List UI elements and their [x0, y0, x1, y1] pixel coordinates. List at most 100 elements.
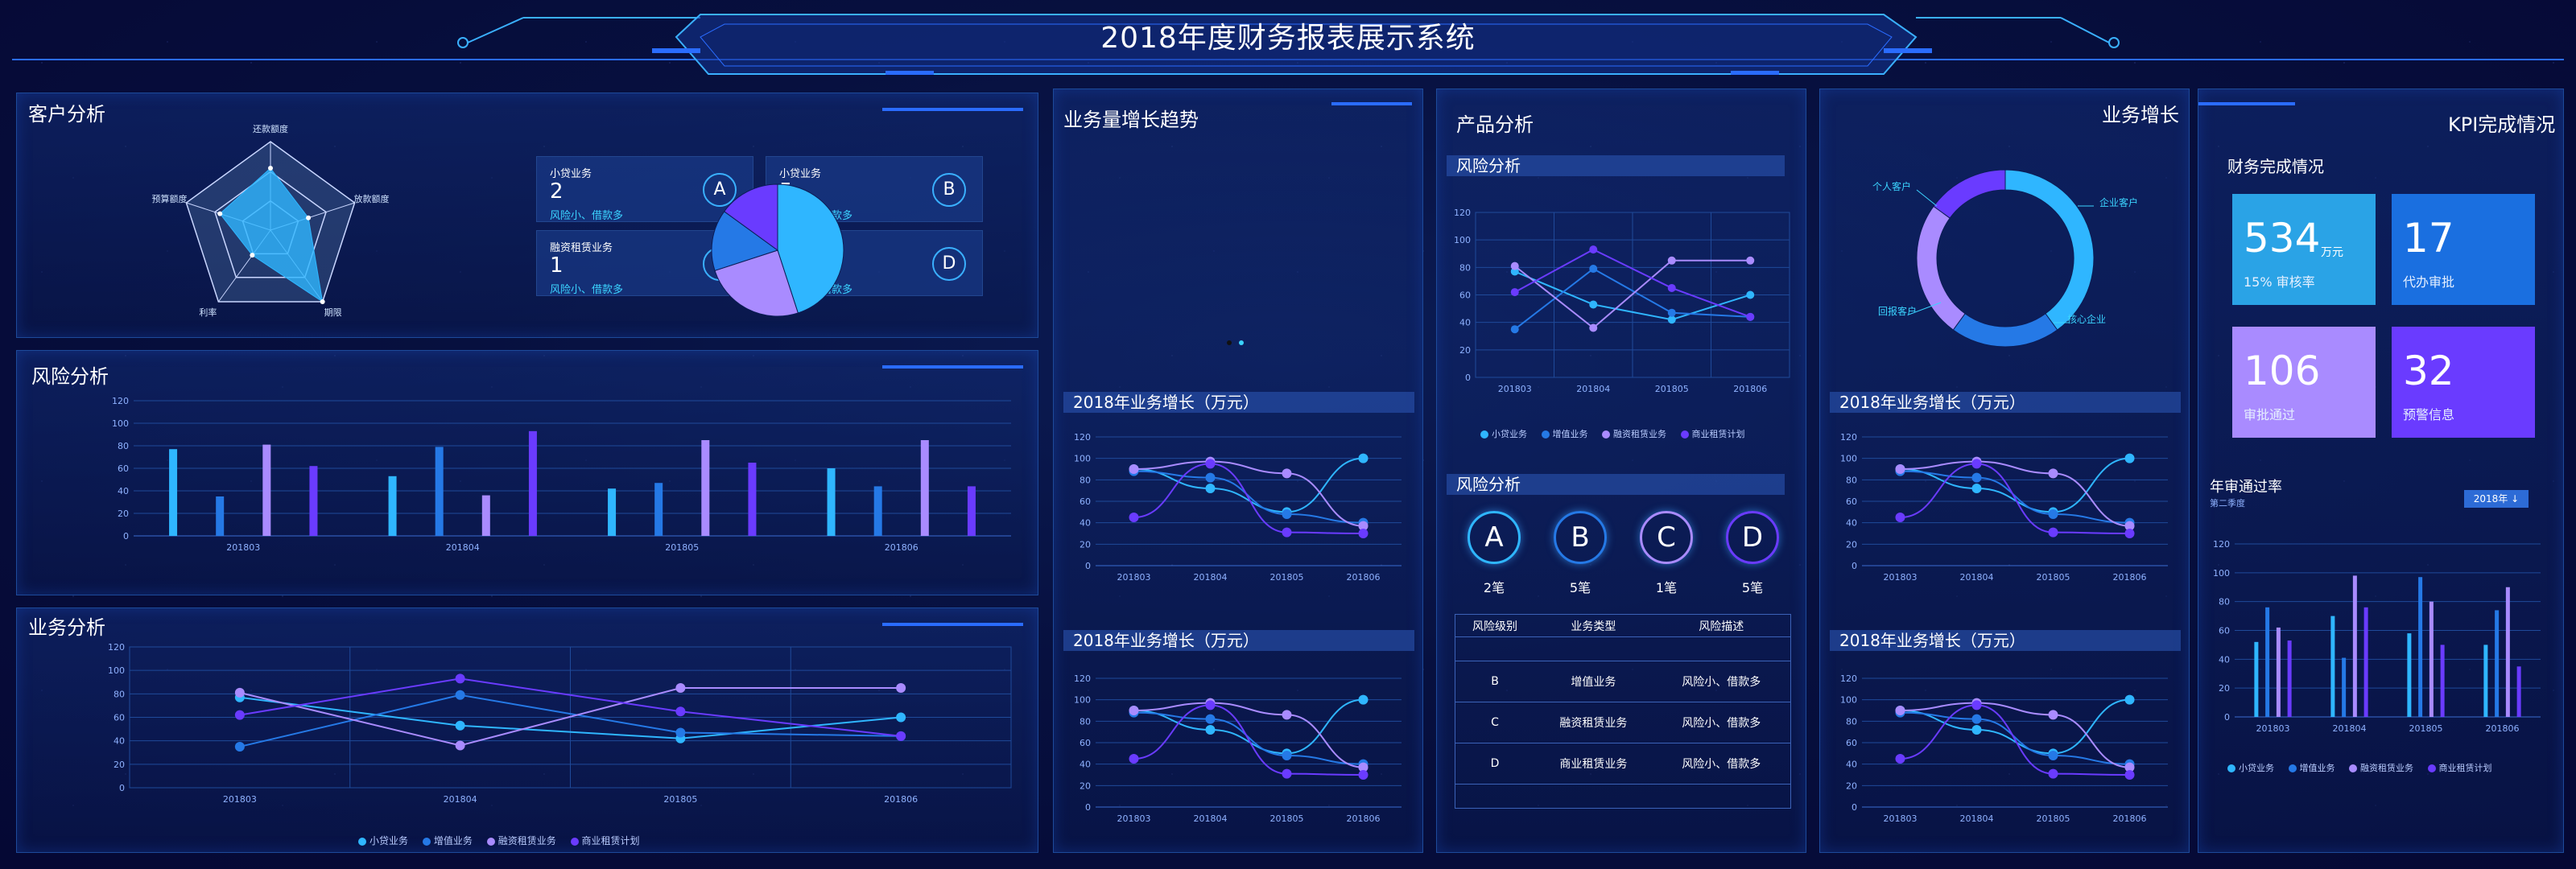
product-risk-header-2: 风险分析: [1447, 474, 1785, 495]
data-point: [1971, 484, 1982, 493]
y-tick-label: 120: [112, 396, 129, 406]
finance-heading: 财务完成情况: [2227, 157, 2324, 176]
kpi-label: 15% 审核率: [2244, 274, 2315, 290]
risk-level-circle[interactable]: B: [1554, 511, 1607, 564]
bar: [262, 444, 271, 536]
bar: [435, 447, 444, 536]
y-tick-label: 80: [1080, 716, 1091, 727]
table-spacer: [1455, 636, 1791, 661]
y-tick-label: 120: [1074, 432, 1091, 443]
risk-count-label: 2笔: [1483, 580, 1505, 595]
y-tick-label: 0: [119, 783, 125, 793]
data-point: [1510, 288, 1519, 297]
data-point: [2124, 694, 2135, 705]
y-tick-label: 40: [118, 486, 129, 496]
annual-pass-rate-title: 年审通过率: [2210, 479, 2282, 496]
table-cell: 风险小、借款多: [1652, 661, 1791, 702]
table-row[interactable]: B 增值业务 风险小、借款多: [1455, 661, 1791, 702]
table-row[interactable]: D 商业租赁业务 风险小、借款多: [1455, 743, 1791, 785]
y-tick-label: 80: [1846, 475, 1857, 485]
table-cell: 增值业务: [1534, 661, 1653, 702]
business-panel-title: 业务分析: [28, 616, 105, 639]
bar: [2440, 645, 2445, 717]
bar: [2418, 577, 2423, 717]
kpi-tile[interactable]: 17 代办审批: [2392, 194, 2535, 305]
bar: [2254, 641, 2259, 717]
customer-pie-chart: [711, 183, 844, 317]
risk-level-circle[interactable]: A: [1468, 511, 1521, 564]
kpi-label: 代办审批: [2403, 274, 2455, 290]
y-tick-label: 20: [118, 509, 129, 519]
table-header: 风险描述: [1652, 614, 1791, 637]
x-tick-label: 201805: [2409, 723, 2443, 734]
card-badge: B: [932, 173, 966, 207]
table-row[interactable]: C 融资租赁业务 风险小、借款多: [1455, 702, 1791, 743]
y-tick-label: 100: [1454, 235, 1471, 245]
y-tick-label: 40: [1846, 518, 1857, 529]
bar: [2352, 575, 2357, 717]
kpi-tile[interactable]: 32 预警信息: [2392, 327, 2535, 438]
data-point: [2124, 770, 2135, 780]
x-tick-label: 201803: [1117, 572, 1151, 583]
table-cell: 风险小、借款多: [1652, 743, 1791, 785]
bar: [2265, 607, 2270, 717]
data-point: [896, 712, 906, 723]
x-tick-label: 201806: [1347, 813, 1381, 824]
data-point: [675, 727, 686, 738]
y-tick-label: 60: [2219, 626, 2230, 636]
risk-panel: 风险分析 0 20 40 60 80 100 120 201803 201804 201805 20…: [16, 350, 1038, 595]
business-legend: 小贷业务 增值业务 融资租赁业务 商业租赁计划: [347, 834, 640, 847]
x-tick-label: 201804: [1960, 813, 1994, 824]
radar-point: [250, 253, 255, 258]
x-tick-label: 201804: [1960, 572, 1994, 583]
y-tick-label: 120: [1454, 208, 1471, 218]
kpi-label: 预警信息: [2403, 407, 2455, 422]
y-tick-label: 120: [1074, 673, 1091, 684]
bar: [2495, 610, 2500, 717]
kpi-tile[interactable]: 534 万元 15% 审核率: [2232, 194, 2376, 305]
radar-chart: 还款额度放款额度期限 利率 预算额度: [151, 123, 390, 318]
bar: [608, 488, 617, 536]
y-tick-label: 100: [2213, 568, 2230, 579]
panel-accent: [2198, 102, 2295, 105]
bar: [654, 483, 663, 536]
radar-axis-label: 放款额度: [354, 193, 390, 204]
risk-level-circle[interactable]: D: [1726, 511, 1779, 564]
y-tick-label: 40: [114, 736, 125, 747]
x-tick-label: 201805: [665, 542, 699, 553]
trend-panel: 业务量增长趋势 2018年业务增长（万元） 0 20 40 60 80 100 120 201…: [1053, 89, 1423, 853]
data-point: [1282, 710, 1292, 720]
series-line: [1133, 702, 1364, 768]
table-cell: C: [1455, 702, 1535, 743]
card-title: 融资租赁业务: [550, 242, 613, 254]
card-title: 小贷业务: [779, 168, 822, 180]
kpi-tile[interactable]: 106 审批通过: [2232, 327, 2376, 438]
data-point: [1129, 464, 1139, 474]
data-point: [1282, 468, 1292, 479]
x-tick-label: 201803: [226, 542, 260, 553]
x-tick-label: 201805: [2037, 813, 2070, 824]
y-tick-label: 60: [1080, 496, 1091, 507]
trend-line-chart-1: 0 20 40 60 80 100 120 201803 201804 201805 201806: [1074, 432, 1402, 583]
radar-axis-label: 预算额度: [151, 193, 187, 204]
growth-subheader-2: 2018年业务增长（万元）: [1830, 630, 2181, 651]
y-tick-label: 40: [1846, 760, 1857, 770]
bar: [216, 496, 225, 536]
bar: [2429, 601, 2434, 717]
y-tick-label: 0: [123, 531, 129, 542]
risk-level-circle[interactable]: C: [1640, 511, 1693, 564]
y-tick-label: 100: [1074, 695, 1091, 706]
data-point: [2124, 529, 2135, 538]
data-point: [2048, 768, 2058, 779]
year-select-button[interactable]: 2018年 ↓: [2464, 490, 2529, 508]
y-tick-label: 40: [1459, 318, 1471, 328]
data-point: [455, 720, 465, 731]
x-tick-label: 201806: [2113, 572, 2147, 583]
bar: [481, 495, 490, 536]
bar: [827, 468, 836, 536]
x-tick-label: 201803: [2256, 723, 2290, 734]
x-tick-label: 201804: [444, 794, 477, 805]
data-point: [1282, 768, 1292, 779]
pie-slice: [1933, 169, 2006, 219]
x-tick-label: 201803: [1884, 572, 1918, 583]
